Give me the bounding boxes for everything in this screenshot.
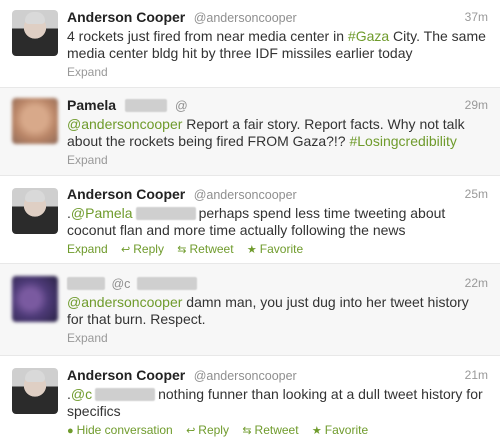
reply-icon: ↩ [186, 425, 196, 437]
redacted-block [135, 207, 196, 220]
retweet-icon: ⇆ [242, 425, 252, 437]
conversation-icon: ● [67, 425, 74, 437]
favorite-icon: ★ [246, 244, 257, 256]
tweet-item[interactable]: Pamela @ 29m @andersoncooper Report a fa… [0, 88, 500, 176]
avatar[interactable] [12, 98, 58, 144]
retweet-action[interactable]: ⇆ Retweet [242, 423, 298, 437]
timestamp[interactable]: 21m [465, 368, 488, 382]
timestamp[interactable]: 29m [465, 98, 488, 112]
author-handle[interactable]: @c [111, 277, 130, 291]
timestamp[interactable]: 22m [465, 276, 488, 290]
retweet-label: Retweet [189, 242, 234, 256]
favorite-label: Favorite [324, 423, 369, 437]
tweet-text: @andersoncooper damn man, you just dug i… [67, 294, 488, 328]
author-name[interactable]: Anderson Cooper [67, 367, 185, 383]
redacted-block [67, 277, 105, 290]
redacted-block [95, 388, 156, 401]
mention-link[interactable]: @andersoncooper [67, 294, 182, 310]
tweet-text: .@c nothing funner than looking at a dull… [67, 386, 488, 420]
reply-label: Reply [198, 423, 229, 437]
favorite-action[interactable]: ★ Favorite [312, 423, 368, 437]
reply-action[interactable]: ↩ Reply [186, 423, 229, 437]
author-handle[interactable]: @ [175, 99, 188, 113]
author-name[interactable]: Anderson Cooper [67, 186, 185, 202]
mention-link[interactable]: @andersoncooper [67, 116, 182, 132]
avatar[interactable] [12, 10, 58, 56]
expand-link[interactable]: Expand [67, 331, 108, 345]
avatar[interactable] [12, 368, 58, 414]
tweet-item[interactable]: Anderson Cooper @andersoncooper 25m .@Pa… [0, 176, 500, 264]
favorite-icon: ★ [311, 425, 322, 437]
author-handle[interactable]: @andersoncooper [194, 11, 297, 25]
tweet-item[interactable]: Anderson Cooper @andersoncooper 37m 4 ro… [0, 0, 500, 88]
timestamp[interactable]: 37m [465, 10, 488, 24]
tweet-text-part: 4 rockets just fired from near media cen… [67, 28, 348, 44]
favorite-label: Favorite [259, 242, 304, 256]
author-handle[interactable]: @andersoncooper [194, 369, 297, 383]
hide-conversation-link[interactable]: ● Hide conversation [67, 423, 173, 437]
reply-icon: ↩ [121, 244, 131, 256]
tweet-item[interactable]: @c 22m @andersoncooper damn man, you jus… [0, 264, 500, 356]
retweet-icon: ⇆ [177, 244, 187, 256]
reply-label: Reply [133, 242, 164, 256]
hashtag-link[interactable]: #Losingcredibility [349, 133, 456, 149]
avatar[interactable] [12, 276, 58, 322]
tweet-text: .@Pamela perhaps spend less time tweeting… [67, 205, 488, 239]
tweet-text: @andersoncooper Report a fair story. Rep… [67, 116, 488, 150]
avatar[interactable] [12, 188, 58, 234]
expand-link[interactable]: Expand [67, 65, 108, 79]
expand-link[interactable]: Expand [67, 153, 108, 167]
author-name[interactable]: Anderson Cooper [67, 9, 185, 25]
hide-conversation-label: Hide conversation [76, 423, 173, 437]
mention-link[interactable]: @c [71, 386, 92, 402]
tweet-text: 4 rockets just fired from near media cen… [67, 28, 488, 62]
mention-link[interactable]: @Pamela [71, 205, 133, 221]
redacted-block [136, 277, 197, 290]
retweet-label: Retweet [254, 423, 299, 437]
tweet-item[interactable]: Anderson Cooper @andersoncooper 21m .@c n… [0, 356, 500, 441]
hashtag-link[interactable]: #Gaza [348, 28, 389, 44]
redacted-block [124, 99, 167, 112]
favorite-action[interactable]: ★ Favorite [247, 242, 303, 256]
retweet-action[interactable]: ⇆ Retweet [177, 242, 233, 256]
tweet-feed: Anderson Cooper @andersoncooper 37m 4 ro… [0, 0, 500, 441]
reply-action[interactable]: ↩ Reply [121, 242, 164, 256]
author-handle[interactable]: @andersoncooper [194, 188, 297, 202]
expand-link[interactable]: Expand [67, 242, 108, 256]
timestamp[interactable]: 25m [465, 187, 488, 201]
author-name[interactable]: Pamela [67, 97, 116, 113]
